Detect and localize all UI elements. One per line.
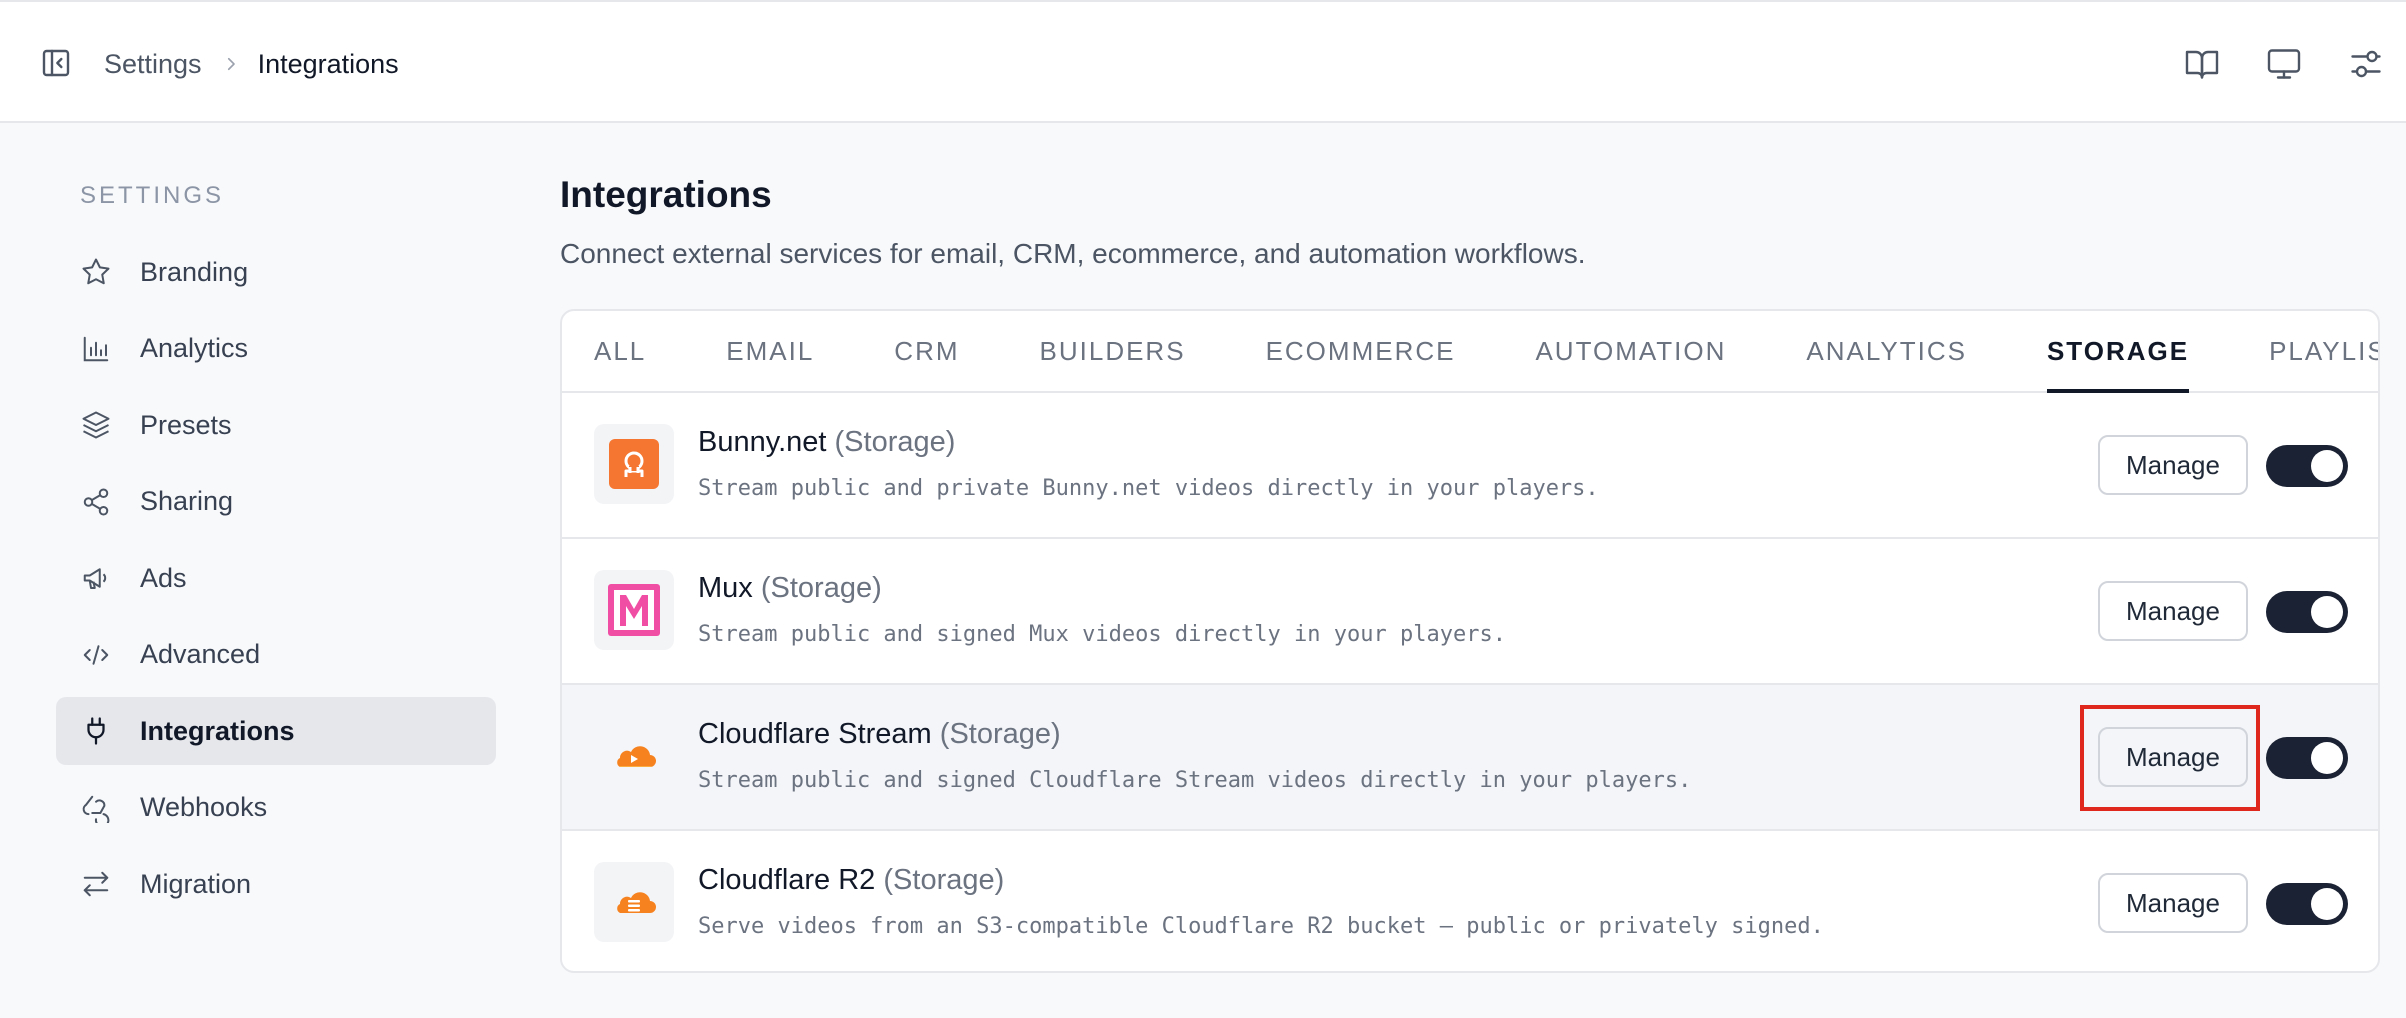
page-description: Connect external services for email, CRM…: [560, 238, 1586, 269]
integrations-card: ALL EMAIL CRM BUILDERS ECOMMERCE AUTOMAT…: [560, 309, 2380, 973]
sidebar-item-label: Branding: [140, 256, 249, 287]
toggle-knob: [2311, 450, 2343, 482]
sidebar-item-label: Webhooks: [140, 792, 268, 822]
plug-icon: [80, 715, 112, 747]
code-icon: [80, 639, 112, 671]
integration-description: Stream public and signed Mux videos dire…: [698, 622, 1506, 647]
sidebar-item-label: Sharing: [140, 486, 234, 516]
cloudflare-r2-logo: [594, 862, 674, 942]
enable-toggle[interactable]: [2266, 591, 2348, 633]
manage-button[interactable]: Manage: [2098, 581, 2248, 641]
settings-sidebar: SETTINGS Branding Analytics Presets Shar…: [56, 180, 496, 927]
integration-tag: (Storage): [883, 864, 1005, 896]
integration-description: Stream public and private Bunny.net vide…: [698, 476, 1599, 501]
integration-info: Bunny.net (Storage) Stream public and pr…: [698, 423, 1599, 505]
sliders-icon[interactable]: [2348, 46, 2384, 82]
toggle-knob: [2311, 888, 2343, 920]
tab-crm[interactable]: CRM: [894, 311, 959, 391]
manage-button[interactable]: Manage: [2098, 873, 2248, 933]
sidebar-item-label: Ads: [140, 562, 187, 593]
sidebar-item-label: Migration: [140, 868, 252, 899]
tab-playlist[interactable]: PLAYLIST: [2269, 311, 2378, 391]
enable-toggle[interactable]: [2266, 883, 2348, 925]
sidebar-item-label: Advanced: [140, 639, 261, 669]
integration-tag: (Storage): [834, 426, 956, 458]
integration-title: Cloudflare R2 (Storage): [698, 861, 1824, 899]
bar-chart-icon: [80, 333, 112, 365]
integration-info: Mux (Storage) Stream public and signed M…: [698, 569, 1506, 651]
integration-row-bunny: Bunny.net (Storage) Stream public and pr…: [562, 393, 2378, 539]
sidebar-item-integrations[interactable]: Integrations: [56, 697, 496, 765]
sidebar-item-label: Integrations: [140, 715, 295, 746]
integration-name: Cloudflare R2: [698, 864, 876, 896]
page-title: Integrations: [560, 174, 772, 215]
tab-analytics[interactable]: ANALYTICS: [1806, 311, 1967, 391]
integration-row-cloudflare-r2: Cloudflare R2 (Storage) Serve videos fro…: [562, 831, 2378, 971]
tab-storage[interactable]: STORAGE: [2046, 311, 2190, 393]
integration-title: Bunny.net (Storage): [698, 423, 1599, 461]
sidebar-toggle-icon[interactable]: [40, 47, 72, 79]
breadcrumb-settings-link[interactable]: Settings: [104, 49, 202, 80]
sidebar-heading: SETTINGS: [80, 182, 225, 209]
main-content: Integrations Connect external services f…: [560, 172, 2380, 973]
sidebar-item-webhooks[interactable]: Webhooks: [56, 774, 496, 842]
sidebar-item-migration[interactable]: Migration: [56, 850, 496, 918]
webhook-icon: [80, 792, 112, 824]
layers-icon: [80, 409, 112, 441]
topbar-actions: [2184, 46, 2384, 82]
category-tabs: ALL EMAIL CRM BUILDERS ECOMMERCE AUTOMAT…: [562, 311, 2378, 393]
tab-email[interactable]: EMAIL: [726, 311, 814, 391]
toggle-knob: [2311, 596, 2343, 628]
mux-logo: [594, 570, 674, 650]
share-icon: [80, 486, 112, 518]
breadcrumb: Settings Integrations: [104, 46, 399, 82]
integration-name: Bunny.net: [698, 426, 827, 458]
integration-info: Cloudflare Stream (Storage) Stream publi…: [698, 715, 1691, 797]
manage-button[interactable]: Manage: [2098, 435, 2248, 495]
sidebar-item-analytics[interactable]: Analytics: [56, 315, 496, 383]
sidebar-item-ads[interactable]: Ads: [56, 544, 496, 612]
arrows-swap-icon: [80, 868, 112, 900]
tab-ecommerce[interactable]: ECOMMERCE: [1266, 311, 1456, 391]
book-open-icon[interactable]: [2184, 46, 2220, 82]
manage-button[interactable]: Manage: [2098, 727, 2248, 787]
breadcrumb-current: Integrations: [257, 48, 399, 79]
integration-row-mux: Mux (Storage) Stream public and signed M…: [562, 539, 2378, 685]
tab-builders[interactable]: BUILDERS: [1040, 311, 1186, 391]
integration-tag: (Storage): [939, 718, 1061, 750]
monitor-icon[interactable]: [2266, 46, 2302, 82]
chevron-right-icon: [222, 55, 240, 73]
integration-name: Mux: [698, 572, 753, 604]
bunny-logo: [594, 424, 674, 504]
megaphone-icon: [80, 562, 112, 594]
integration-tag: (Storage): [760, 572, 882, 604]
sidebar-item-advanced[interactable]: Advanced: [56, 621, 496, 689]
integration-name: Cloudflare Stream: [698, 718, 932, 750]
sidebar-item-label: Presets: [140, 409, 232, 440]
integration-title: Cloudflare Stream (Storage): [698, 715, 1691, 753]
enable-toggle[interactable]: [2266, 737, 2348, 779]
top-bar: Settings Integrations: [0, 0, 2406, 123]
integration-row-cloudflare-stream: Cloudflare Stream (Storage) Stream publi…: [562, 685, 2378, 831]
cloudflare-stream-logo: [594, 716, 674, 796]
integration-description: Serve videos from an S3-compatible Cloud…: [698, 914, 1824, 939]
integration-info: Cloudflare R2 (Storage) Serve videos fro…: [698, 861, 1824, 943]
integration-title: Mux (Storage): [698, 569, 1506, 607]
toggle-knob: [2311, 742, 2343, 774]
sidebar-item-sharing[interactable]: Sharing: [56, 468, 496, 536]
sidebar-item-branding[interactable]: Branding: [56, 238, 496, 306]
sidebar-item-presets[interactable]: Presets: [56, 391, 496, 459]
integration-description: Stream public and signed Cloudflare Stre…: [698, 768, 1692, 793]
tab-all[interactable]: ALL: [594, 311, 646, 391]
sidebar-item-label: Analytics: [140, 333, 249, 363]
enable-toggle[interactable]: [2266, 445, 2348, 487]
star-icon: [80, 256, 112, 288]
tab-automation[interactable]: AUTOMATION: [1535, 311, 1726, 391]
